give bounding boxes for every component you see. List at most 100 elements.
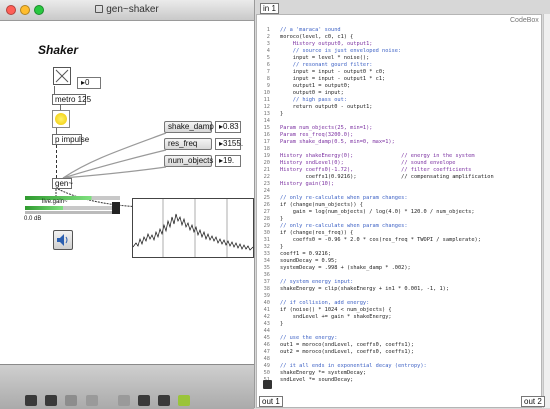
- code-line: gain = log(num_objects) / log(4.0) * 120…: [280, 209, 475, 215]
- line-number: 22: [263, 174, 270, 180]
- code-line: return output0 - output1;: [280, 104, 373, 110]
- gen-object[interactable]: gen~: [52, 178, 73, 189]
- codebox-lock-icon[interactable]: [263, 380, 272, 389]
- code-line: History shakeEnergy(0); // energy in the…: [280, 153, 475, 159]
- line-number: 35: [263, 265, 270, 271]
- line-number: 42: [263, 314, 270, 320]
- code-line: output1 = output0;: [280, 83, 351, 89]
- line-number: 16: [263, 132, 270, 138]
- code-line: if (change(num_objects)) {: [280, 202, 363, 208]
- code-line: }: [280, 111, 284, 117]
- code-line: sndLevel += gain * shakeEnergy;: [280, 314, 392, 320]
- code-line: // high pass out:: [280, 97, 347, 103]
- code-line: // if collision, add energy:: [280, 300, 370, 306]
- line-number: 41: [263, 307, 270, 313]
- code-line: // only re-calculate when param changes:: [280, 223, 408, 229]
- line-number: 11: [263, 97, 270, 103]
- gain-value: 0.0 dB: [24, 216, 42, 222]
- line-number: 38: [263, 286, 270, 292]
- meter-label: live.gain~: [42, 199, 68, 205]
- codebox-label: CodeBox: [510, 17, 539, 24]
- code-line: History sndLevel(0); // sound envelope: [280, 160, 456, 166]
- line-number: 37: [263, 279, 270, 285]
- line-number: 39: [263, 293, 270, 299]
- code-line: History coeffs0(-1.72), // filter coeffi…: [280, 167, 472, 173]
- line-number: 47: [263, 349, 270, 355]
- code-line: input = input - output0 * c0;: [280, 69, 386, 75]
- code-line: soundDecay = 0.95;: [280, 258, 338, 264]
- line-number-gutter: 1 2 3 4 5 6 7 8 9 10 11 12 13 14 15 16 17 18 19 20 21 22 23 24 2…: [257, 24, 270, 398]
- line-number: 20: [263, 160, 270, 166]
- line-number: 5: [266, 55, 270, 61]
- line-number: 23: [263, 181, 270, 187]
- code-line: coeffs1(0.9216); // compensating amplifi…: [280, 174, 494, 180]
- spectrum-display: [132, 198, 254, 258]
- codebox-inlet[interactable]: in 1: [260, 3, 279, 14]
- speaker-icon: [57, 234, 68, 246]
- inspector-icon[interactable]: [138, 395, 150, 406]
- line-number: 45: [263, 335, 270, 341]
- level-meter-bottom: [25, 206, 120, 210]
- wheel-icon[interactable]: [178, 395, 190, 406]
- line-number: 40: [263, 300, 270, 306]
- code-line: coeffs0 = -0.96 * 2.0 * cos(res_freq * T…: [280, 237, 481, 243]
- line-number: 3: [266, 41, 270, 47]
- console-icon[interactable]: [158, 395, 170, 406]
- codebox-outlet-2[interactable]: out 2: [521, 396, 545, 407]
- info-icon[interactable]: [118, 395, 130, 406]
- line-number: 34: [263, 258, 270, 264]
- code-line: // a 'maraca' sound: [280, 27, 341, 33]
- code-line: sndLevel *= soundDecay;: [280, 377, 354, 383]
- line-number: 21: [263, 167, 270, 173]
- presentation-icon[interactable]: [45, 395, 57, 406]
- line-number: 1: [266, 27, 270, 33]
- code-line: out2 = moroco(sndLevel, coeffs0, coeffs1…: [280, 349, 414, 355]
- line-number: 13: [263, 111, 270, 117]
- audio-output-button[interactable]: [53, 230, 73, 250]
- gain-slider-track[interactable]: [25, 211, 120, 214]
- code-line: moroco(level, c0, c1) {: [280, 34, 354, 40]
- code-line: History output0, output1;: [280, 41, 373, 47]
- line-number: 24: [263, 188, 270, 194]
- line-number: 29: [263, 223, 270, 229]
- code-line: shakeEnergy *= systemDecay;: [280, 370, 367, 376]
- code-line: // system energy input:: [280, 279, 354, 285]
- new-object-icon[interactable]: [86, 395, 98, 406]
- line-number: 7: [266, 69, 270, 75]
- line-number: 48: [263, 356, 270, 362]
- line-number: 12: [263, 104, 270, 110]
- code-line: Param shake_damp(0.5, min=0, max=1);: [280, 139, 395, 145]
- line-number: 18: [263, 146, 270, 152]
- line-number: 46: [263, 342, 270, 348]
- codebox-outlet-1[interactable]: out 1: [259, 396, 283, 407]
- line-number: 25: [263, 195, 270, 201]
- code-line: input = level * noise();: [280, 55, 370, 61]
- line-number: 14: [263, 118, 270, 124]
- line-number: 4: [266, 48, 270, 54]
- line-number: 15: [263, 125, 270, 131]
- line-number: 30: [263, 230, 270, 236]
- code-line: coeff1 = 0.9216;: [280, 251, 332, 257]
- code-line: if (noise() * 1024 < num_objects) {: [280, 307, 392, 313]
- line-number: 36: [263, 272, 270, 278]
- line-number: 44: [263, 328, 270, 334]
- line-number: 19: [263, 153, 270, 159]
- code-line: Param num_objects(25, min=1);: [280, 125, 373, 131]
- code-line: out1 = moroco(sndLevel, coeffs0, coeffs1…: [280, 342, 414, 348]
- line-number: 28: [263, 216, 270, 222]
- code-line: // resonant gourd filter:: [280, 62, 373, 68]
- code-line: }: [280, 321, 284, 327]
- code-line: // source is just enveloped noise:: [280, 48, 402, 54]
- code-line: History gain(10);: [280, 181, 335, 187]
- line-number: 49: [263, 363, 270, 369]
- grid-icon[interactable]: [65, 395, 77, 406]
- gain-slider-handle[interactable]: [112, 202, 120, 214]
- level-meter-top: [25, 196, 120, 200]
- lock-icon[interactable]: [25, 395, 37, 406]
- line-number: 10: [263, 90, 270, 96]
- code-line: output0 = input;: [280, 90, 344, 96]
- code-line: systemDecay = .998 + (shake_damp * .002)…: [280, 265, 411, 271]
- line-number: 26: [263, 202, 270, 208]
- code-line: shakeEnergy = clip(shakeEnergy + in1 * 0…: [280, 286, 450, 292]
- codebox-scrollbar[interactable]: [543, 14, 550, 408]
